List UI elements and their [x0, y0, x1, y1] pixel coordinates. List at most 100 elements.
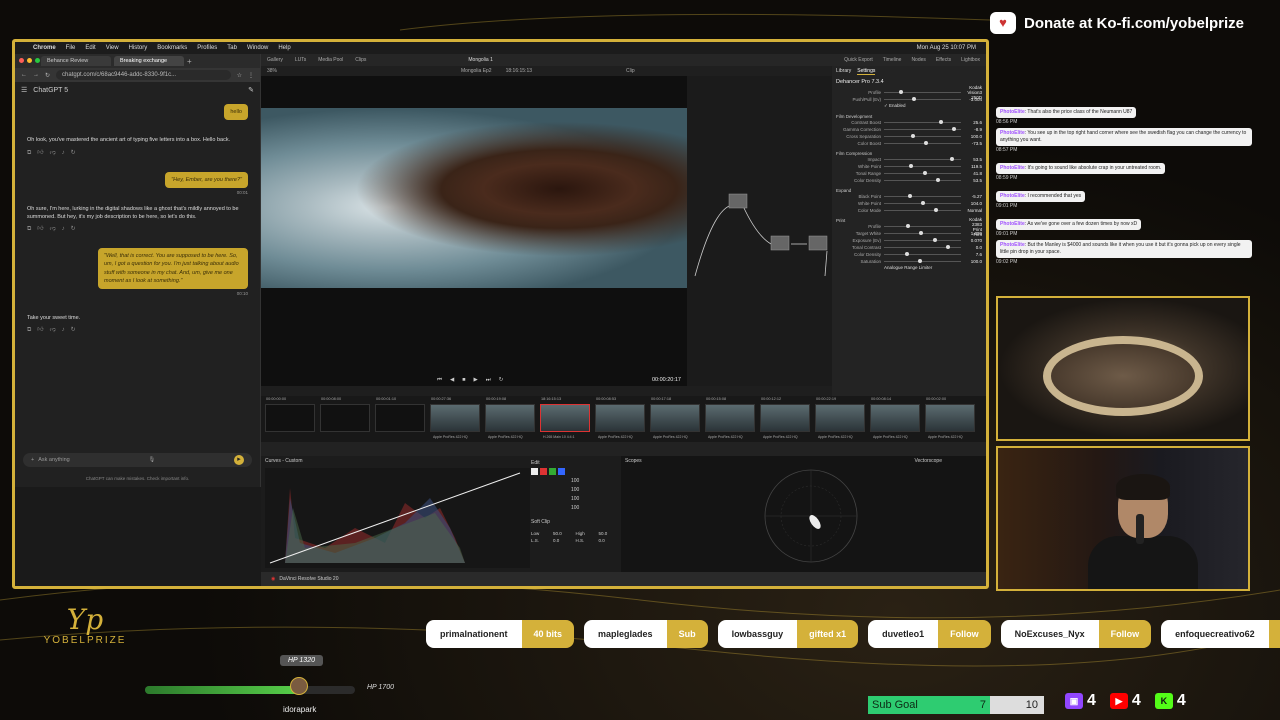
settings-slider-knob[interactable]	[935, 178, 940, 182]
settings-row[interactable]: Tonal Contrast 0.0	[836, 244, 982, 251]
settings-slider[interactable]	[884, 238, 961, 242]
speaker-icon[interactable]: ♪	[62, 326, 65, 335]
settings-slider[interactable]	[884, 134, 961, 138]
node-editor[interactable]	[687, 76, 832, 386]
settings-row[interactable]: Profile Kodak Vision3 250D	[836, 85, 982, 100]
settings-slider-knob[interactable]	[920, 201, 925, 205]
gallery-tab[interactable]: Gallery	[267, 57, 283, 63]
settings-slider-knob[interactable]	[950, 157, 955, 161]
library-tab[interactable]: Library	[836, 68, 851, 75]
settings-row[interactable]: Color Boost -73.5	[836, 140, 982, 147]
menu-edit[interactable]: Edit	[85, 45, 95, 51]
settings-slider-knob[interactable]	[919, 231, 924, 235]
clip-timeline[interactable]: 00:00:00:00 00:00:08:00 00:00:01:10 00:00:2…	[261, 396, 986, 442]
timeline-clip[interactable]: 00:00:08:53 Apple ProRes 422 HQ	[595, 397, 645, 439]
settings-value[interactable]: 104.0	[964, 201, 982, 206]
intensity-b[interactable]: 100	[571, 504, 616, 513]
settings-value[interactable]: 25.6	[964, 120, 982, 125]
settings-value[interactable]: 53.5	[964, 157, 982, 162]
settings-slider[interactable]	[884, 157, 961, 161]
settings-value[interactable]: -73.5	[964, 141, 982, 146]
thumbs-up-icon[interactable]: 👍︎	[37, 326, 43, 335]
settings-slider[interactable]	[884, 90, 961, 94]
settings-row[interactable]: Profile Kodak 2383 Print Film	[836, 217, 982, 237]
timeline-clip[interactable]: 00:00:12:12 Apple ProRes 422 HQ	[760, 397, 810, 439]
scope-type-selector[interactable]: Vectorscope	[914, 458, 942, 464]
settings-row[interactable]: Color Density 7.6	[836, 251, 982, 258]
settings-row[interactable]: Saturation 100.0	[836, 258, 982, 265]
play-icon[interactable]: ▶	[474, 377, 478, 383]
url-field[interactable]: chatgpt.com/c/68ac9446-addc-8330-9f1c...	[56, 70, 231, 80]
regenerate-icon[interactable]: ↻	[71, 149, 76, 158]
menu-chrome[interactable]: Chrome	[33, 45, 56, 51]
new-tab-icon[interactable]: +	[187, 57, 192, 66]
soft-clip-low-value[interactable]: 50.0	[553, 531, 571, 536]
settings-value[interactable]: 53.5	[964, 178, 982, 183]
settings-slider[interactable]	[884, 171, 961, 175]
sidebar-toggle-icon[interactable]: ☰	[21, 86, 27, 94]
clip-mode[interactable]: Clip	[626, 68, 635, 74]
thumbs-up-icon[interactable]: 👍︎	[37, 225, 43, 234]
plus-icon[interactable]: +	[31, 457, 34, 463]
settings-slider[interactable]	[884, 164, 961, 168]
soft-clip-hs-value[interactable]: 0.0	[599, 538, 617, 543]
settings-slider-knob[interactable]	[904, 252, 909, 256]
soft-clip-ls-value[interactable]: 0.0	[553, 538, 571, 543]
enabled-checkbox[interactable]: ✓ Enabled	[836, 103, 982, 110]
prompt-input[interactable]: + Ask anything 🎙︎ ▸	[23, 453, 252, 467]
tab-behance-review[interactable]: Behance Review	[41, 56, 111, 66]
node-3[interactable]	[808, 235, 828, 251]
menu-bookmarks[interactable]: Bookmarks	[157, 45, 187, 51]
curve-graph[interactable]	[265, 468, 530, 568]
zoom-level[interactable]: 38%	[267, 68, 277, 74]
settings-value[interactable]: 0.0	[964, 245, 982, 250]
channel-g-toggle[interactable]	[549, 468, 556, 475]
timeline-clip[interactable]: 00:00:17:18 Apple ProRes 422 HQ	[650, 397, 700, 439]
video-viewer[interactable]: ⏮ ◀ ■ ▶ ⏭ ↻ 00:00:20:17	[261, 76, 687, 386]
reload-icon[interactable]: ↻	[45, 72, 50, 79]
timeline-clip[interactable]: 00:00:22:19 Apple ProRes 422 HQ	[815, 397, 865, 439]
minimize-window-button[interactable]	[27, 58, 32, 63]
settings-slider-knob[interactable]	[912, 97, 917, 101]
settings-value[interactable]: -5.27	[964, 194, 982, 199]
channel-r-toggle[interactable]	[540, 468, 547, 475]
settings-value[interactable]: 0.070	[964, 238, 982, 243]
settings-slider-knob[interactable]	[932, 238, 937, 242]
settings-slider-knob[interactable]	[934, 208, 939, 212]
bookmark-star-icon[interactable]: ☆	[237, 72, 242, 79]
settings-row[interactable]: White Point 104.0	[836, 200, 982, 207]
thumbs-up-icon[interactable]: 👍︎	[37, 149, 43, 158]
settings-value[interactable]: Normal	[964, 208, 982, 213]
settings-row[interactable]: Impact 53.5	[836, 156, 982, 163]
settings-slider-knob[interactable]	[917, 259, 922, 263]
model-selector[interactable]: ChatGPT 5	[33, 87, 68, 94]
timeline-clip[interactable]: 00:00:08:14 Apple ProRes 422 HQ	[870, 397, 920, 439]
regenerate-icon[interactable]: ↻	[71, 225, 76, 234]
timeline-clip[interactable]: 00:00:15:08 Apple ProRes 422 HQ	[705, 397, 755, 439]
settings-slider[interactable]	[884, 120, 961, 124]
intensity-g[interactable]: 100	[571, 495, 616, 504]
skip-end-icon[interactable]: ⏭	[486, 377, 491, 384]
settings-tab[interactable]: Settings	[857, 68, 876, 75]
menu-history[interactable]: History	[129, 45, 148, 51]
settings-row[interactable]: Target White 1.039	[836, 230, 982, 237]
settings-slider[interactable]	[884, 201, 961, 205]
settings-row[interactable]: Tonal Range 41.8	[836, 170, 982, 177]
node-1[interactable]	[728, 193, 748, 209]
soft-clip-high-value[interactable]: 50.0	[599, 531, 617, 536]
menu-tab[interactable]: Tab	[227, 45, 237, 51]
timeline-tab[interactable]: Timeline	[883, 57, 902, 63]
settings-slider-knob[interactable]	[951, 127, 956, 131]
settings-value[interactable]: 119.5	[964, 164, 982, 169]
menu-dots-icon[interactable]: ⋮	[248, 72, 254, 79]
menu-window[interactable]: Window	[247, 45, 268, 51]
new-chat-icon[interactable]: ✎	[248, 86, 254, 94]
settings-slider[interactable]	[884, 97, 961, 101]
settings-slider[interactable]	[884, 194, 961, 198]
node-2[interactable]	[770, 235, 790, 251]
menu-view[interactable]: View	[106, 45, 119, 51]
settings-slider-knob[interactable]	[924, 141, 929, 145]
mic-icon[interactable]: 🎙︎	[148, 457, 155, 463]
tab-breaking-exchange[interactable]: Breaking exchange	[114, 56, 184, 66]
settings-slider-knob[interactable]	[909, 164, 914, 168]
